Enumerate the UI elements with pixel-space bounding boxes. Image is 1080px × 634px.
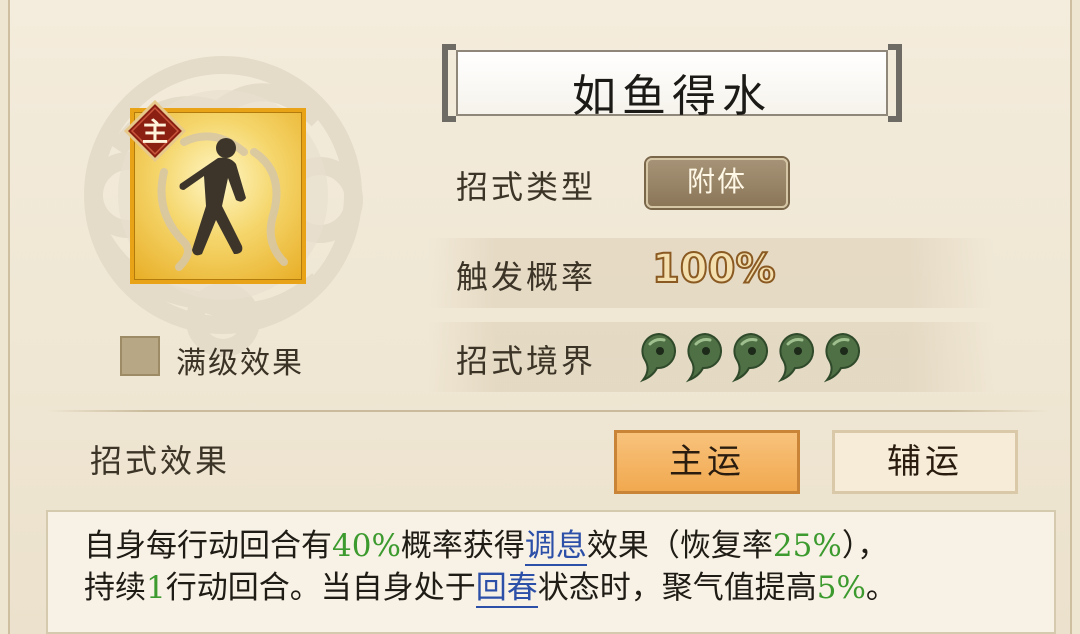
trigger-rate-value: 100% (651, 245, 777, 293)
desc-text: ）， (841, 528, 889, 564)
section-divider (48, 410, 1048, 412)
desc-text: 状态时，聚气值提高 (537, 570, 817, 606)
skill-type-badge: 附体 (646, 158, 788, 208)
desc-text: 。 (865, 570, 897, 606)
skill-realm-level (636, 330, 866, 388)
max-level-checkbox[interactable] (120, 336, 160, 376)
realm-gem-icon (777, 332, 814, 383)
effect-description-line-2: 持续1行动回合。当自身处于回春状态时，聚气值提高5%。 (84, 562, 897, 608)
desc-value: 5% (816, 570, 866, 606)
realm-gem-icon (823, 332, 860, 383)
desc-text: 自身每行动回合有 (84, 528, 332, 564)
realm-gem-icon (731, 332, 768, 383)
title-plate-inner: 如鱼得水 (456, 50, 888, 122)
status-link-huichun[interactable]: 回春 (475, 570, 538, 608)
tab-main-effect[interactable]: 主运 (614, 430, 800, 494)
status-link-tiaoxi[interactable]: 调息 (524, 528, 587, 566)
desc-text: 持续 (84, 570, 146, 606)
skill-title-plate: 如鱼得水 (442, 44, 902, 122)
skill-realm-label: 招式境界 (456, 342, 597, 380)
skill-detail-panel: 主 满级效果 如鱼得水 招式类型 附体 触发概率 100% 招式境界 招式效果 … (8, 0, 1072, 634)
trigger-rate-label: 触发概率 (456, 258, 597, 296)
main-skill-badge-label: 主 (141, 118, 168, 148)
desc-text: 效果（恢复率 (586, 528, 773, 564)
title-bracket-left (442, 44, 456, 122)
desc-text: 行动回合。当自身处于 (165, 570, 476, 606)
realm-gem-icon (639, 332, 676, 383)
desc-value: 25% (772, 528, 842, 564)
desc-value: 40% (332, 528, 401, 564)
skill-name: 如鱼得水 (572, 71, 772, 122)
title-bracket-right (888, 44, 902, 122)
realm-gem-icon (685, 332, 722, 383)
max-level-label: 满级效果 (176, 346, 304, 381)
effect-description-line-1: 自身每行动回合有40%概率获得调息效果（恢复率25%）， (84, 520, 889, 566)
desc-text: 概率获得 (400, 528, 525, 564)
skill-effect-label: 招式效果 (90, 442, 231, 480)
desc-value: 1 (146, 570, 166, 606)
skill-type-label: 招式类型 (456, 168, 597, 206)
tab-aux-effect[interactable]: 辅运 (832, 430, 1018, 494)
